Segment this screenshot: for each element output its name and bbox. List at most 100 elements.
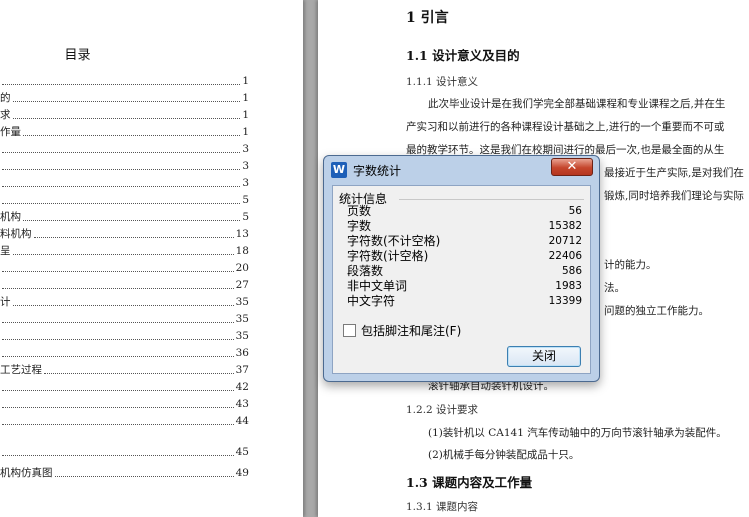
toc-entry[interactable]: 1 <box>0 72 249 88</box>
toc-entry[interactable]: 43 <box>0 395 249 411</box>
toc-entry-text: 呈 <box>0 245 11 257</box>
toc-page-number: 45 <box>235 446 249 458</box>
toc-entry[interactable]: 料机构 13 <box>0 225 249 241</box>
toc-leader-dots <box>2 169 241 170</box>
close-icon[interactable]: ✕ <box>551 158 593 176</box>
toc-entry[interactable]: 工艺过程 37 <box>0 361 249 377</box>
toc-page-number: 1 <box>242 75 249 87</box>
toc-page: 目录 1 的 1 求 1 作量 1 3 3 3 5 机构 5 料机构 13 呈 18 20 27 计 35 35 35 36 工… <box>0 0 303 517</box>
statistic-row: 字符数(不计空格) 20712 <box>347 234 582 249</box>
toc-entry-text: 工艺过程 <box>0 364 42 376</box>
toc-leader-dots <box>33 237 234 238</box>
toc-page-number: 3 <box>242 177 249 189</box>
toc-page-number: 27 <box>235 279 249 291</box>
toc-leader-dots <box>2 407 234 408</box>
toc-page-number: 37 <box>235 364 249 376</box>
toc-entry[interactable]: 计 35 <box>0 293 249 309</box>
paragraph-fragment: 问题的独立工作能力。 <box>604 305 709 317</box>
statistic-value: 56 <box>568 205 582 217</box>
toc-entry-text: 的 <box>0 92 11 104</box>
word-count-dialog: W 字数统计 ✕ 统计信息 页数 56 字数 15382 字符数(不计空格) 20712 字… <box>323 155 600 382</box>
toc-entry[interactable]: 35 <box>0 310 249 326</box>
toc-leader-dots <box>2 203 241 204</box>
toc-entry[interactable]: 求1 <box>0 106 249 122</box>
statistic-row: 字符数(计空格) 22406 <box>347 249 582 264</box>
close-button[interactable]: 关闭 <box>507 346 581 367</box>
toc-page-number: 5 <box>242 211 249 223</box>
toc-entry[interactable]: 的1 <box>0 89 249 105</box>
toc-entry-text: 作量 <box>0 126 21 138</box>
toc-entry[interactable]: 5 <box>0 191 249 207</box>
toc-leader-dots <box>12 118 241 119</box>
toc-leader-dots <box>2 322 234 323</box>
include-footnotes-option[interactable]: 包括脚注和尾注(F) <box>343 322 461 339</box>
toc-leader-dots <box>2 84 241 85</box>
include-footnotes-checkbox[interactable] <box>343 324 356 337</box>
toc-page-number: 1 <box>242 92 249 104</box>
toc-leader-dots <box>23 220 241 221</box>
toc-leader-dots <box>2 152 241 153</box>
toc-page-number: 49 <box>235 467 249 479</box>
statistic-value: 1983 <box>555 280 582 292</box>
statistic-row: 页数 56 <box>347 204 582 219</box>
statistic-label: 段落数 <box>347 264 384 278</box>
toc-entry[interactable]: 3 <box>0 140 249 156</box>
toc-leader-dots <box>2 356 234 357</box>
heading-1-3: 1.3 课题内容及工作量 <box>406 475 533 490</box>
toc-page-number: 42 <box>235 381 249 393</box>
include-footnotes-label: 包括脚注和尾注(F) <box>361 324 462 338</box>
toc-entry[interactable]: 42 <box>0 378 249 394</box>
toc-entry[interactable]: 45 <box>0 443 249 459</box>
statistic-label: 字数 <box>347 219 372 233</box>
toc-page-number: 20 <box>235 262 249 274</box>
toc-leader-dots <box>12 254 234 255</box>
statistic-label: 字符数(不计空格) <box>347 234 441 248</box>
toc-entry-text: 机构仿真图 <box>0 467 53 479</box>
toc-page-number: 13 <box>235 228 249 240</box>
dialog-body: 统计信息 页数 56 字数 15382 字符数(不计空格) 20712 字符数(计空格) 22… <box>332 185 591 374</box>
toc-page-number: 35 <box>235 296 249 308</box>
toc-leader-dots <box>23 135 241 136</box>
toc-leader-dots <box>2 455 234 456</box>
toc-entry[interactable]: 机构 5 <box>0 208 249 224</box>
statistic-row: 段落数 586 <box>347 264 582 279</box>
toc-entry-text: 计 <box>0 296 11 308</box>
heading-1: 1 引言 <box>406 10 449 26</box>
toc-entry[interactable]: 作量 1 <box>0 123 249 139</box>
toc-page-number: 18 <box>235 245 249 257</box>
paragraph-line: 此次毕业设计是在我们学完全部基础课程和专业课程之后,并在生 <box>428 98 726 110</box>
toc-page-number: 35 <box>235 313 249 325</box>
statistic-label: 页数 <box>347 204 372 218</box>
toc-entry[interactable]: 36 <box>0 344 249 360</box>
paragraph-line: 锻炼,同时培养我们理论与实际 <box>604 190 744 202</box>
heading-1-3-1: 1.3.1 课题内容 <box>406 501 479 513</box>
toc-entry[interactable]: 呈 18 <box>0 242 249 258</box>
statistic-value: 20712 <box>548 235 582 247</box>
toc-page-number: 1 <box>242 109 249 121</box>
toc-leader-dots <box>2 186 241 187</box>
toc-leader-dots <box>2 339 234 340</box>
toc-leader-dots <box>2 288 234 289</box>
statistic-row: 中文字符 13399 <box>347 294 582 309</box>
toc-leader-dots <box>2 390 234 391</box>
dialog-titlebar[interactable]: W 字数统计 ✕ <box>324 156 599 183</box>
statistic-row: 非中文单词 1983 <box>347 279 582 294</box>
paragraph-fragment: 法。 <box>604 282 625 294</box>
toc-entry-text: 求 <box>0 109 11 121</box>
toc-entry[interactable]: 20 <box>0 259 249 275</box>
toc-leader-dots <box>44 373 234 374</box>
toc-entry[interactable]: 44 <box>0 412 249 428</box>
statistic-label: 字符数(计空格) <box>347 249 429 263</box>
toc-entry[interactable]: 3 <box>0 157 249 173</box>
toc-page-number: 5 <box>242 194 249 206</box>
toc-entry[interactable]: 35 <box>0 327 249 343</box>
toc-page-number: 36 <box>235 347 249 359</box>
toc-entry[interactable]: 机构仿真图 49 <box>0 464 249 480</box>
heading-1-2-2: 1.2.2 设计要求 <box>406 404 479 416</box>
toc-leader-dots <box>2 424 234 425</box>
toc-entry[interactable]: 27 <box>0 276 249 292</box>
toc-entry[interactable]: 3 <box>0 174 249 190</box>
toc-leader-dots <box>12 101 241 102</box>
dialog-title: 字数统计 <box>353 164 402 178</box>
statistic-row: 字数 15382 <box>347 219 582 234</box>
